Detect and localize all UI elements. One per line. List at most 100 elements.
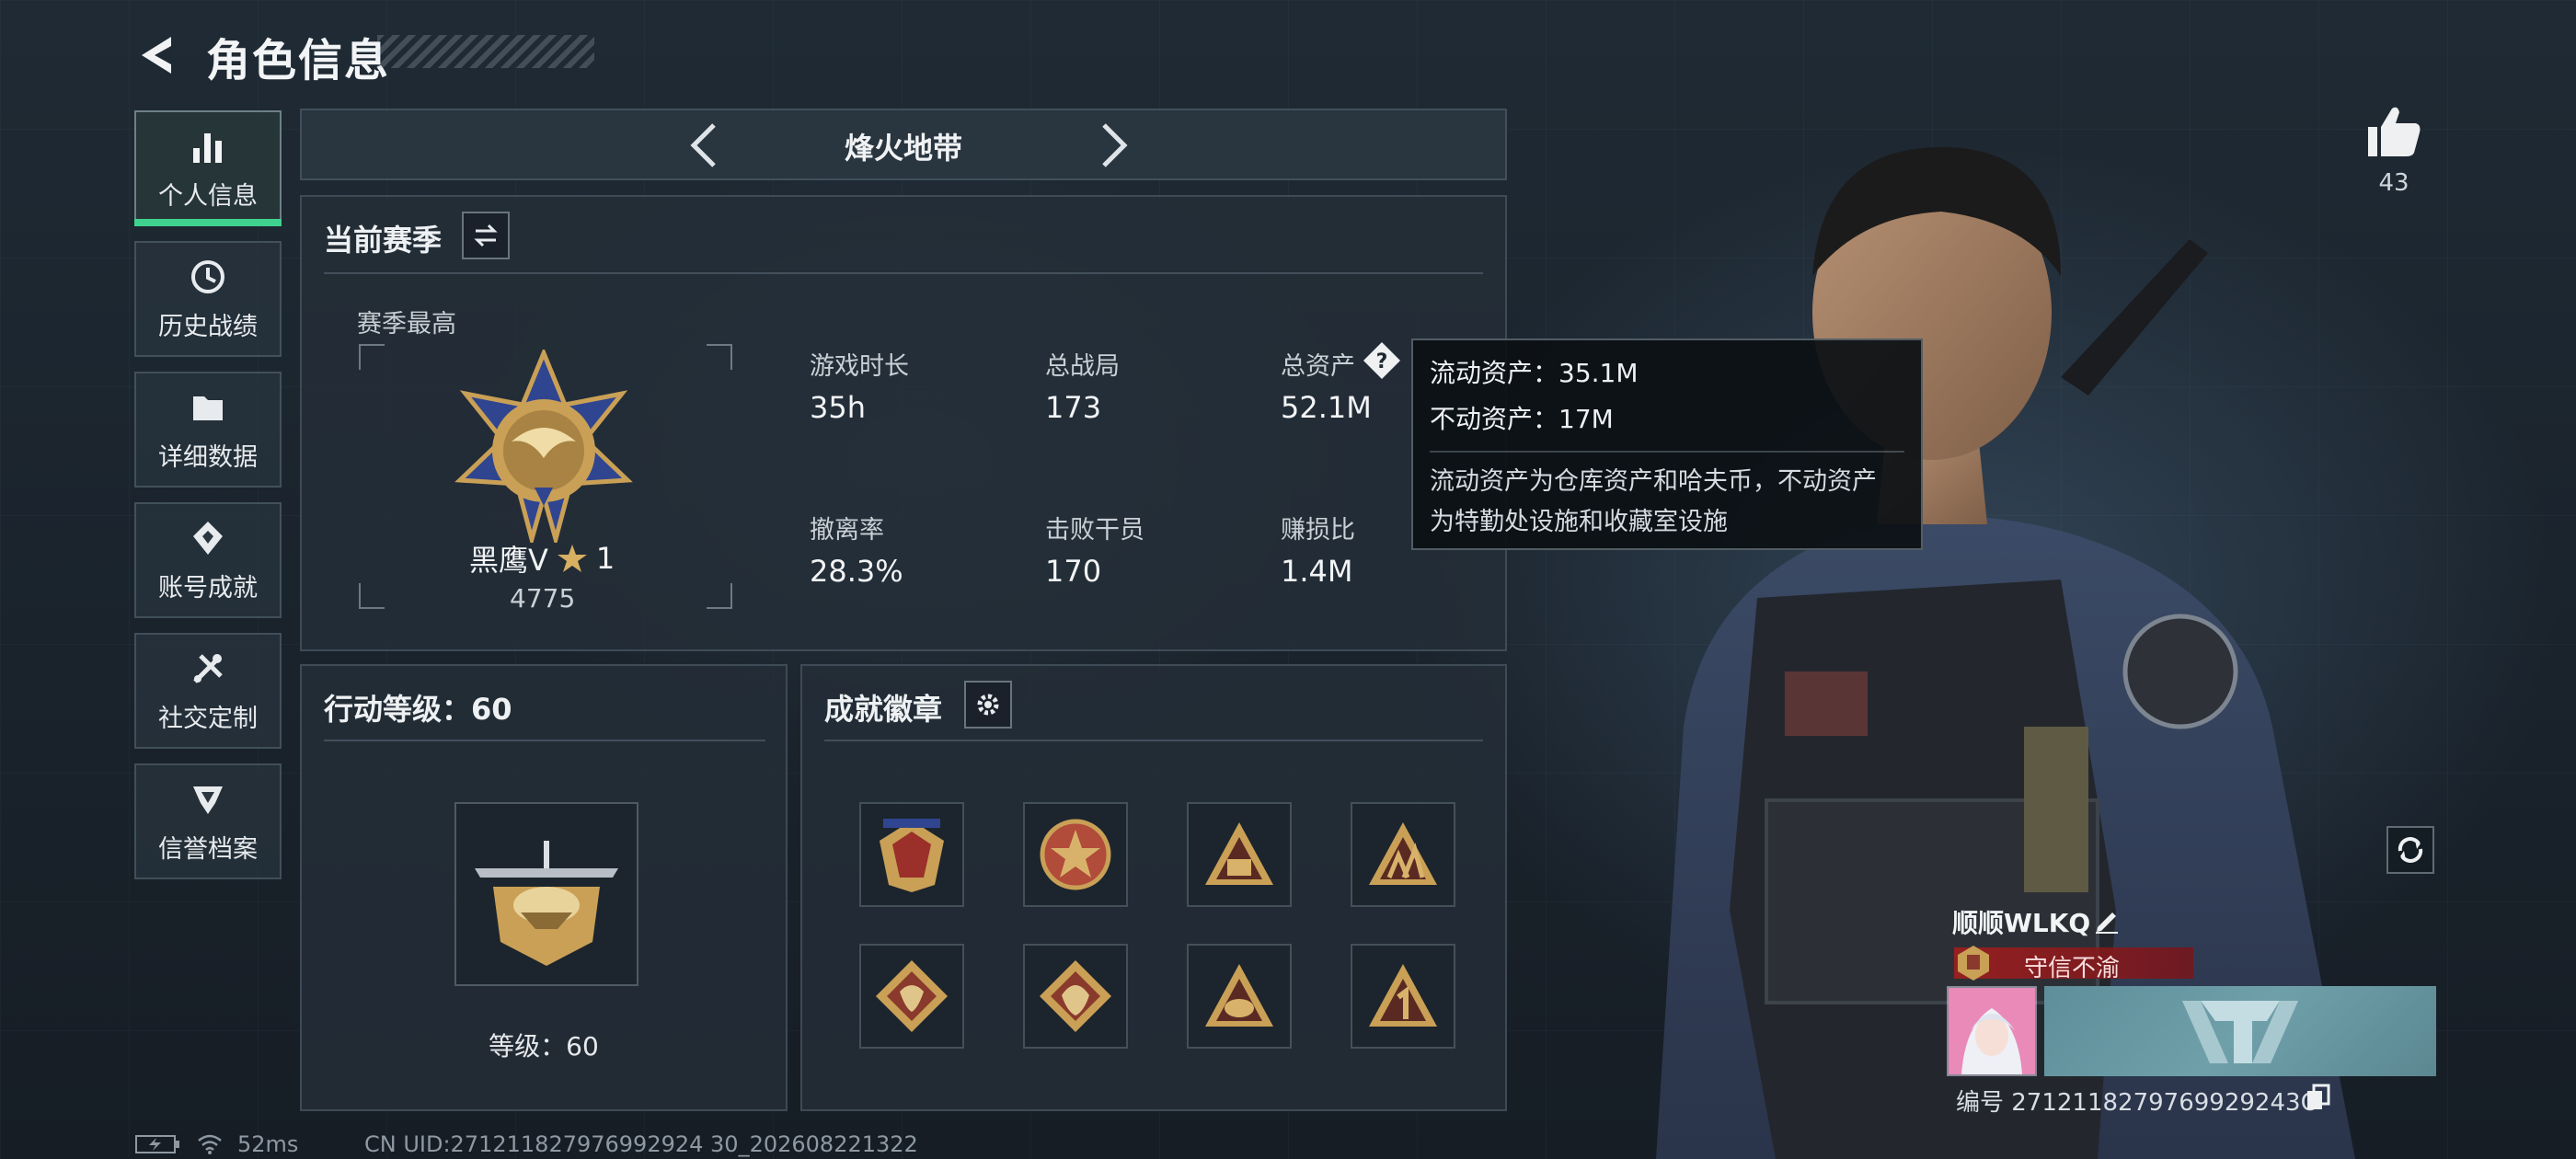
badge-slot-3[interactable] (1187, 802, 1292, 907)
battery-icon (135, 1135, 179, 1153)
title-tag-text: 守信不渝 (2024, 955, 2121, 982)
title-tag-emblem-icon (1958, 946, 1989, 981)
sidebar-item-label: 个人信息 (158, 181, 258, 211)
sidebar-item-personal-info[interactable]: 个人信息 (134, 110, 282, 226)
badge-7-icon (1205, 964, 1273, 1027)
achievement-badge-panel: 成就徽章 (800, 664, 1507, 1111)
badge-4-icon (1369, 822, 1437, 885)
chevron-right-icon[interactable] (1084, 118, 1139, 173)
badge-3-icon (1205, 822, 1273, 885)
wifi-icon (198, 1134, 222, 1154)
stat-value-play-time: 35h (810, 390, 866, 425)
season-best-label: 赛季最高 (357, 310, 456, 339)
folder-icon (193, 396, 223, 420)
refresh-icon (2398, 837, 2423, 863)
rank-emblem-icon (454, 350, 633, 543)
map-name: 烽火地带 (844, 131, 962, 166)
season-divider (324, 272, 1483, 274)
level-text: 等级：60 (489, 1031, 599, 1061)
avatar-image (1949, 988, 2035, 1074)
ping-value: 52ms (237, 1131, 299, 1157)
badge-divider (824, 740, 1483, 741)
sidebar-item-label: 账号成就 (158, 573, 258, 602)
achievement-badge-icon (193, 521, 223, 555)
rank-points: 4775 (510, 583, 576, 614)
tooltip-liquid-assets: 流动资产：35.1M (1430, 358, 1639, 388)
sidebar-item-achievements[interactable]: 账号成就 (134, 502, 282, 618)
uid-footer: CN UID:271211827976992924 30_20260822132… (364, 1131, 918, 1157)
stat-value-total-matches: 173 (1045, 390, 1102, 425)
badge-1-icon (880, 819, 944, 892)
edit-pencil-icon[interactable] (2092, 905, 2122, 935)
season-panel: 当前赛季 赛季最高 黑鹰Ⅴ 1 4775 游戏时长 35h 总战局 173 总资… (300, 195, 1507, 651)
rank-name: 黑鹰Ⅴ (469, 543, 548, 578)
assets-tooltip: 流动资产：35.1M 不动资产：17M 流动资产为仓库资产和哈夫币，不动资产 为… (1411, 339, 1923, 550)
level-divider (324, 740, 765, 741)
tools-icon (193, 653, 223, 683)
tooltip-desc-line-1: 流动资产为仓库资产和哈夫币，不动资产 (1430, 467, 1877, 496)
level-emblem-frame (454, 802, 638, 986)
stat-label-kills: 击败干员 (1045, 516, 1144, 545)
badge-slot-2[interactable] (1023, 802, 1128, 907)
rank-stars: 1 (595, 541, 615, 576)
tooltip-fixed-assets: 不动资产：17M (1430, 404, 1614, 434)
tooltip-divider (1430, 451, 1904, 453)
badge-title: 成就徽章 (824, 692, 943, 727)
page-title: 角色信息 (206, 35, 391, 86)
badge-slot-1[interactable] (859, 802, 964, 907)
frame-corner (359, 583, 385, 609)
back-arrow-icon[interactable] (134, 31, 182, 79)
badge-slot-4[interactable] (1351, 802, 1455, 907)
badge-slot-8[interactable] (1351, 944, 1455, 1049)
stat-value-total-assets: 52.1M (1281, 390, 1372, 425)
badge-8-icon (1369, 964, 1437, 1027)
action-level-panel: 行动等级：60 等级：60 (300, 664, 788, 1111)
sidebar-item-social[interactable]: 社交定制 (134, 633, 282, 749)
badge-slot-5[interactable] (859, 944, 964, 1049)
sidebar-item-history[interactable]: 历史战绩 (134, 241, 282, 357)
help-icon[interactable]: ? (1362, 340, 1402, 381)
player-name: 顺顺WLKQ (1952, 908, 2091, 938)
frame-corner (359, 344, 385, 370)
rank-name-row: 黑鹰Ⅴ 1 (469, 537, 615, 580)
stat-label-total-assets: 总资产 (1281, 352, 1355, 381)
like-count: 43 (2378, 169, 2409, 197)
badge-slot-7[interactable] (1187, 944, 1292, 1049)
refresh-button[interactable] (2386, 826, 2434, 874)
copy-icon[interactable] (2306, 1084, 2331, 1111)
sidebar-item-label: 信誉档案 (158, 834, 258, 864)
stat-label-extract-rate: 撤离率 (810, 516, 884, 545)
stat-value-kills: 170 (1045, 554, 1102, 589)
sidebar-item-detailed-data[interactable]: 详细数据 (134, 372, 282, 488)
stat-label-total-matches: 总战局 (1045, 352, 1120, 381)
player-uid: 编号 2712118279769929243O (1956, 1089, 2320, 1117)
season-title: 当前赛季 (324, 223, 443, 258)
sidebar-item-label: 社交定制 (158, 704, 258, 733)
badge-slot-6[interactable] (1023, 944, 1128, 1049)
thumbs-up-icon[interactable] (2364, 103, 2423, 158)
title-decoration (377, 35, 594, 68)
bar-chart-icon (193, 132, 222, 163)
helicopter-emblem-icon (475, 841, 618, 966)
badge-settings-button[interactable] (964, 681, 1012, 729)
frame-corner (707, 344, 732, 370)
map-selector: 烽火地带 (300, 109, 1507, 180)
banner-logo-icon (2182, 1001, 2298, 1063)
stat-value-profit-ratio: 1.4M (1281, 554, 1353, 589)
stat-label-profit-ratio: 赚损比 (1281, 516, 1355, 545)
avatar[interactable] (1947, 986, 2037, 1076)
badge-2-icon (1040, 819, 1111, 890)
gear-icon (977, 694, 999, 716)
sidebar-item-label: 历史战绩 (158, 312, 258, 341)
status-bar: 52ms (134, 1131, 298, 1157)
badge-5-icon (876, 960, 948, 1032)
frame-corner (707, 583, 732, 609)
badge-6-icon (1040, 960, 1111, 1032)
tooltip-desc-line-2: 为特勤处设施和收藏室设施 (1430, 508, 1728, 536)
svg-text:?: ? (1376, 350, 1388, 373)
season-switch-button[interactable] (462, 212, 510, 259)
swap-icon (474, 224, 498, 247)
star-icon (557, 545, 587, 572)
sidebar-item-credit[interactable]: 信誉档案 (134, 763, 282, 879)
profile-banner (2044, 986, 2436, 1076)
